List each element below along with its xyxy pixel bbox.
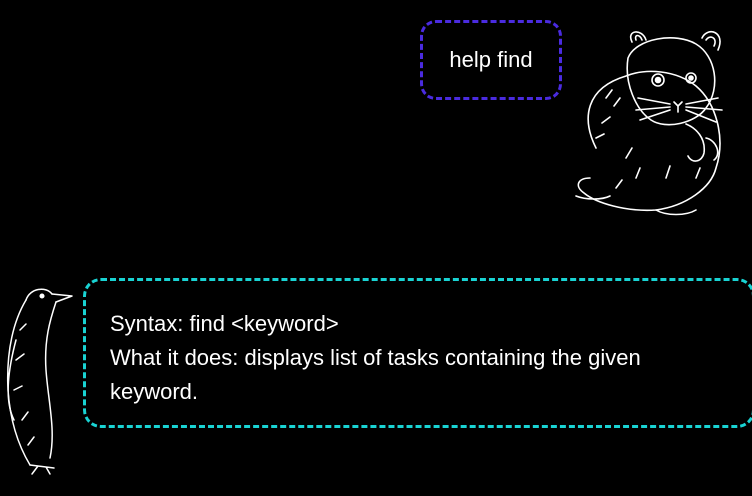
hamster-avatar-icon — [575, 30, 723, 216]
bot-response-syntax: Syntax: find <keyword> — [110, 311, 339, 336]
user-message-bubble: help find — [420, 20, 562, 100]
bot-response-description: What it does: displays list of tasks con… — [110, 345, 641, 404]
chat-window: help find Syntax: find <keyword> What it… — [0, 0, 752, 496]
bot-response-bubble: Syntax: find <keyword> What it does: dis… — [83, 278, 752, 428]
user-message-text: help find — [449, 47, 533, 72]
penguin-avatar-icon — [6, 288, 73, 475]
